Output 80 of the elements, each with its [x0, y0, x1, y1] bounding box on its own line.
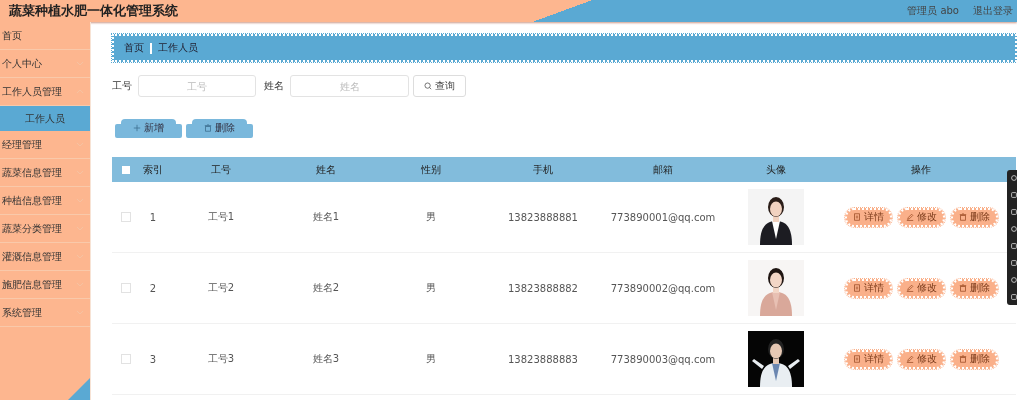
delete-button[interactable]: 删除	[950, 207, 998, 227]
document-icon	[852, 213, 861, 221]
edit-button[interactable]: 修改	[897, 349, 945, 369]
menu-item[interactable]: 蔬菜信息管理	[0, 159, 90, 187]
menu-item[interactable]: 系统管理	[0, 299, 90, 327]
details-button[interactable]: 详情	[844, 278, 892, 298]
details-button[interactable]: 详情	[844, 349, 892, 369]
edit-button[interactable]: 修改	[897, 207, 945, 227]
pencil-icon	[905, 213, 914, 221]
column-header: 邮箱	[652, 162, 674, 177]
table-cell-text: 3	[148, 353, 158, 365]
table-cell-text: 男	[425, 281, 437, 295]
search-field[interactable]: 工号	[138, 75, 256, 97]
row-checkbox[interactable]	[121, 212, 131, 222]
field-label: 姓名	[264, 79, 284, 93]
toolbar-icon[interactable]	[1010, 225, 1017, 233]
field-label: 工号	[112, 79, 132, 93]
toolbar-icon[interactable]	[1010, 276, 1017, 284]
table-cell-text: 13823888881	[507, 211, 579, 223]
table-cell-text: 773890002@qq.com	[609, 282, 717, 294]
table-cell-text: 男	[425, 210, 437, 224]
toolbar-icon[interactable]	[1010, 191, 1017, 199]
column-header: 姓名	[315, 162, 337, 177]
column-header: 手机	[532, 162, 554, 177]
plus-icon	[133, 124, 141, 132]
column-header: 头像	[765, 162, 787, 177]
menu-item[interactable]: 灌溉信息管理	[0, 243, 90, 271]
edit-button[interactable]: 修改	[897, 278, 945, 298]
trash-icon	[204, 124, 212, 132]
row-checkbox[interactable]	[121, 354, 131, 364]
menu-item[interactable]: 个人中心	[0, 50, 90, 78]
pencil-icon	[905, 355, 914, 363]
toolbar-icon[interactable]	[1010, 293, 1017, 301]
search-field[interactable]: 姓名	[290, 75, 409, 97]
table-cell-text: 1	[148, 211, 158, 223]
breadcrumb-link[interactable]: 首页	[124, 41, 144, 55]
toolbar-icon[interactable]	[1010, 259, 1017, 267]
table-cell-text: 工号3	[206, 352, 236, 366]
corner-decoration	[68, 378, 90, 400]
delete-button[interactable]: 删除	[950, 349, 998, 369]
app-title: 蔬菜种植水肥一体化管理系统	[8, 2, 178, 20]
column-header: 性别	[420, 162, 442, 177]
document-icon	[852, 355, 861, 363]
table-cell-text: 13823888883	[507, 353, 579, 365]
trash-icon	[958, 355, 967, 363]
table-cell-text: 773890001@qq.com	[609, 211, 717, 223]
menu-item[interactable]: 经理管理	[0, 131, 90, 159]
select-all-checkbox[interactable]	[122, 165, 130, 174]
breadcrumb-link[interactable]: 工作人员	[158, 41, 198, 55]
menu-item[interactable]: 种植信息管理	[0, 187, 90, 215]
column-header: 操作	[910, 162, 932, 177]
details-button[interactable]: 详情	[844, 207, 892, 227]
table-cell-text: 男	[425, 352, 437, 366]
table-cell-text: 工号1	[206, 210, 236, 224]
column-header: 索引	[142, 162, 164, 177]
menu-item[interactable]: 施肥信息管理	[0, 271, 90, 299]
table-cell-text: 姓名2	[311, 281, 341, 295]
toolbar-icon[interactable]	[1010, 174, 1017, 182]
submenu-item[interactable]: 工作人员	[0, 106, 90, 131]
trash-icon	[958, 284, 967, 292]
table-cell-text: 姓名1	[311, 210, 341, 224]
row-checkbox[interactable]	[121, 283, 131, 293]
search-icon	[424, 82, 432, 90]
menu-item[interactable]: 蔬菜分类管理	[0, 215, 90, 243]
delete-button[interactable]: 删除	[950, 278, 998, 298]
table-cell-text: 工号2	[206, 281, 236, 295]
user-label: 管理员 abo	[907, 4, 959, 18]
table-cell-text: 2	[148, 282, 158, 294]
logout-link[interactable]: 退出登录	[973, 4, 1013, 18]
table-cell-text: 13823888882	[507, 282, 579, 294]
menu-item[interactable]: 首页	[0, 22, 90, 50]
document-icon	[852, 284, 861, 292]
table-cell-text: 773890003@qq.com	[609, 353, 717, 365]
toolbar-icon[interactable]	[1010, 208, 1017, 216]
pencil-icon	[905, 284, 914, 292]
trash-icon	[958, 213, 967, 221]
table-cell-text: 姓名3	[311, 352, 341, 366]
column-header: 工号	[210, 162, 232, 177]
search-button[interactable]: 查询	[413, 75, 466, 97]
toolbar-icon[interactable]	[1010, 242, 1017, 250]
